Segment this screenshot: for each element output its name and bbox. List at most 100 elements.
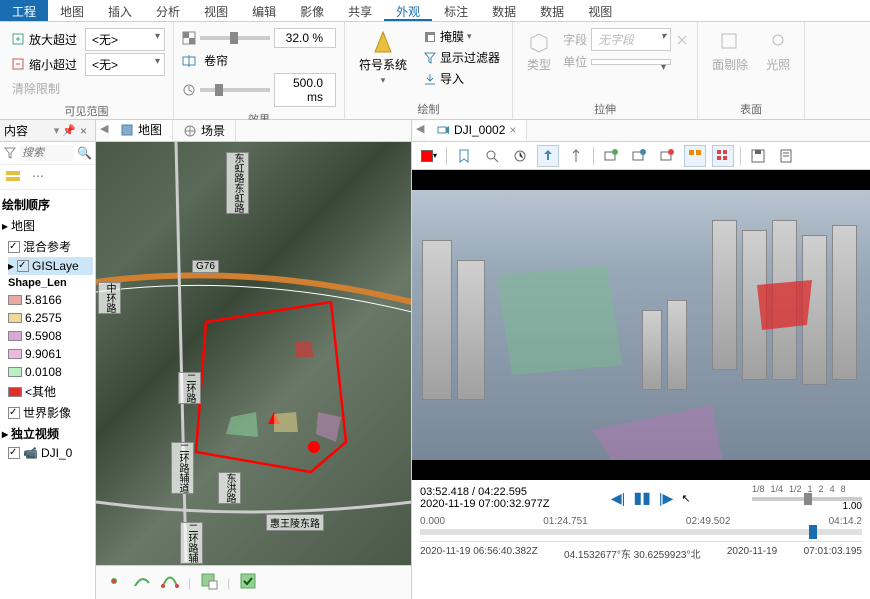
swatch xyxy=(8,367,22,377)
zoom-out-beyond-button[interactable]: 缩小超过 xyxy=(8,54,81,75)
toc-map-node[interactable]: ▸ 地图 xyxy=(2,215,93,236)
toc-value-row[interactable]: <其他 xyxy=(8,381,93,402)
video-timeline[interactable] xyxy=(420,529,862,535)
toc-value-row[interactable]: 9.9061 xyxy=(8,345,93,363)
tab-prev-icon[interactable]: ◀ xyxy=(98,122,110,135)
date-mid: 2020-11-19 xyxy=(727,546,777,561)
grid-button[interactable] xyxy=(712,145,734,167)
north-button[interactable] xyxy=(565,145,587,167)
video-view[interactable] xyxy=(412,170,870,480)
checkbox-mixed[interactable] xyxy=(8,241,20,253)
tab-label[interactable]: 标注 xyxy=(432,0,480,21)
toc-mixed-ref[interactable]: 混合参考 xyxy=(8,236,93,257)
toc-standalone-video[interactable]: ▸ 独立视频 xyxy=(2,423,93,444)
grid-icon xyxy=(715,148,731,164)
tab-map[interactable]: 地图 xyxy=(48,0,96,21)
sync-button[interactable] xyxy=(537,145,559,167)
step-forward-button[interactable]: |▶ xyxy=(659,490,673,507)
toc-gis-layer[interactable]: ▸GISLaye xyxy=(8,257,93,275)
pause-button[interactable]: ▮▮ xyxy=(633,488,651,508)
edit-finish-button[interactable] xyxy=(238,571,258,594)
tab-data2[interactable]: 数据 xyxy=(528,0,576,21)
checkbox-dji[interactable] xyxy=(8,447,20,459)
tab-insert[interactable]: 插入 xyxy=(96,0,144,21)
capture-icon xyxy=(631,148,647,164)
transparency-value[interactable]: 32.0 % xyxy=(274,28,336,48)
search-icon[interactable]: 🔍 xyxy=(77,146,92,160)
toc-value-row[interactable]: 0.0108 xyxy=(8,363,93,381)
extrusion-field-combo: 无字段 xyxy=(591,28,671,51)
swatch xyxy=(8,349,22,359)
tab-appearance[interactable]: 外观 xyxy=(384,0,432,21)
checkbox-world[interactable] xyxy=(8,407,20,419)
edit-arc-button[interactable] xyxy=(160,571,180,594)
tab-prev-icon[interactable]: ◀ xyxy=(414,122,426,135)
toc-value-row[interactable]: 9.5908 xyxy=(8,327,93,345)
scene-tab[interactable]: 场景 xyxy=(173,120,236,141)
search-input[interactable] xyxy=(20,145,74,161)
list-by-drawing-icon[interactable] xyxy=(4,169,24,185)
edit-toolbar: | | xyxy=(96,565,411,599)
step-back-button[interactable]: ◀| xyxy=(611,490,625,507)
filter-icon xyxy=(423,51,437,65)
mask-button[interactable]: 掩膜▾ xyxy=(419,26,504,47)
import-button[interactable]: 导入 xyxy=(419,68,504,89)
edit-line-button[interactable] xyxy=(132,571,152,594)
toc-world-imagery[interactable]: 世界影像 xyxy=(8,402,93,423)
properties-button[interactable] xyxy=(775,145,797,167)
map-view-tabs: ◀ 地图 场景 xyxy=(96,120,411,142)
bookmark-button[interactable] xyxy=(453,145,475,167)
road-label-g76: G76 xyxy=(192,260,219,273)
import-icon xyxy=(423,72,437,86)
dropdown-icon: ▾ xyxy=(381,75,386,86)
checkbox-gis[interactable] xyxy=(17,260,29,272)
tab-edit[interactable]: 编辑 xyxy=(240,0,288,21)
tab-analysis[interactable]: 分析 xyxy=(144,0,192,21)
close-tab-icon[interactable]: × xyxy=(509,123,516,137)
transparency-slider[interactable] xyxy=(200,36,270,40)
face-culling-button: 面剔除 xyxy=(706,26,754,77)
extrusion-type-button[interactable]: 类型 xyxy=(521,26,557,77)
edit-trace-button[interactable] xyxy=(199,571,219,594)
swipe-button[interactable]: 卷帘 xyxy=(200,50,232,71)
edit-point-button[interactable] xyxy=(104,571,124,594)
show-filters-button[interactable]: 显示过滤器 xyxy=(419,47,504,68)
clear-limits-label: 清除限制 xyxy=(12,80,60,97)
toc-value-row[interactable]: 6.2575 xyxy=(8,309,93,327)
speed-slider[interactable] xyxy=(752,497,862,501)
zoom-in-combo[interactable]: <无> xyxy=(85,28,165,51)
flicker-slider[interactable] xyxy=(200,88,270,92)
tab-view[interactable]: 视图 xyxy=(192,0,240,21)
tab-share[interactable]: 共享 xyxy=(336,0,384,21)
map-tab[interactable]: 地图 xyxy=(110,120,173,141)
zoom-to-button[interactable] xyxy=(481,145,503,167)
clear-limits-button[interactable]: 清除限制 xyxy=(8,78,64,99)
flicker-value[interactable]: 500.0 ms xyxy=(274,73,336,107)
tab-data[interactable]: 数据 xyxy=(480,0,528,21)
tab-project[interactable]: 工程 xyxy=(0,0,48,21)
pin-icon[interactable]: ▾ 📌 xyxy=(54,124,76,137)
filter-toc-icon[interactable] xyxy=(3,146,17,160)
color-picker-button[interactable]: ▾ xyxy=(418,145,440,167)
ribbon-content: 放大超过 <无> 缩小超过 <无> 清除限制 可见范围 xyxy=(0,22,870,120)
video-icon xyxy=(436,123,450,137)
record-button[interactable] xyxy=(656,145,678,167)
map-view[interactable]: G76 东虹路东虹路 二环路 二环路辅道 东洪路 惠王陵东路 中环路 二环路辅 xyxy=(96,142,411,565)
tab-view2[interactable]: 视图 xyxy=(576,0,624,21)
save-button[interactable] xyxy=(747,145,769,167)
zoom-in-beyond-button[interactable]: 放大超过 xyxy=(8,29,81,50)
tab-imagery[interactable]: 影像 xyxy=(288,0,336,21)
zoom-out-combo[interactable]: <无> xyxy=(85,53,165,76)
save-icon xyxy=(750,148,766,164)
symbology-button[interactable]: 符号系统 ▾ xyxy=(353,26,413,90)
toc-video-dji[interactable]: 📹DJI_0 xyxy=(8,444,93,462)
ribbon-tabs: 工程 地图 插入 分析 视图 编辑 影像 共享 外观 标注 数据 数据 视图 xyxy=(0,0,870,22)
metadata-button[interactable] xyxy=(684,145,706,167)
toc-value-row[interactable]: 5.8166 xyxy=(8,291,93,309)
contents-close-icon[interactable]: × xyxy=(76,124,91,138)
capture-button[interactable] xyxy=(628,145,650,167)
toc-more-icon[interactable]: ⋯ xyxy=(32,169,44,185)
export-frame-button[interactable] xyxy=(600,145,622,167)
video-tab[interactable]: DJI_0002 × xyxy=(426,120,527,141)
follow-button[interactable] xyxy=(509,145,531,167)
